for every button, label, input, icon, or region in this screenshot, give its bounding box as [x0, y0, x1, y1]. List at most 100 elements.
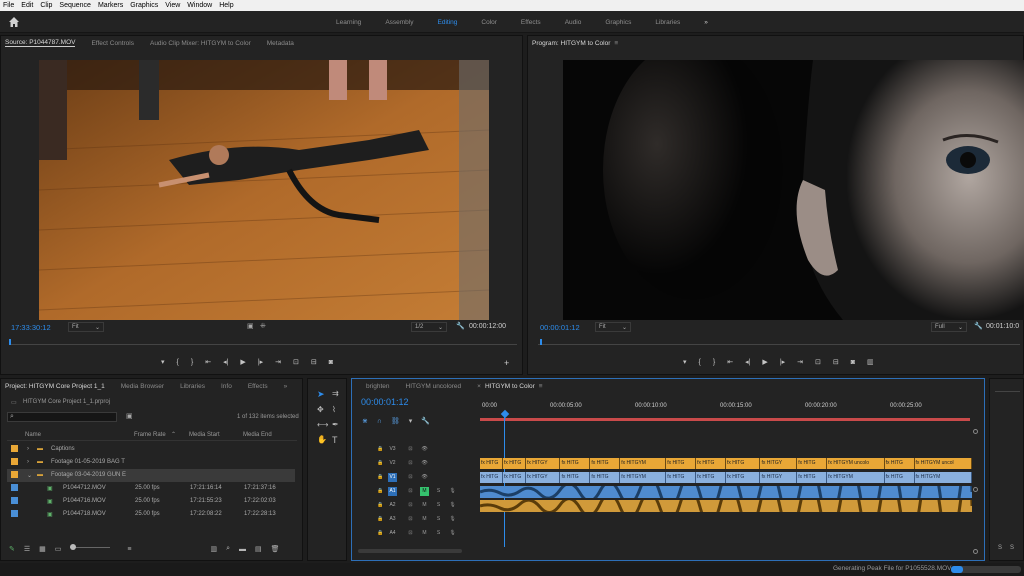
project-search-input[interactable]: ⌕	[7, 412, 117, 422]
timeline-clip[interactable]: fx HITG	[560, 458, 591, 469]
program-go-to-in-icon[interactable]: ⇤	[727, 358, 733, 366]
track-v1[interactable]: fx HITG fx HITG fx HITGY fx HITG fx HITG fx H…	[480, 472, 972, 484]
timeline-clip[interactable]: fx HITG	[666, 458, 697, 469]
eye-icon[interactable]: 👁	[420, 473, 429, 482]
timeline-clip[interactable]: fx HITGYM	[827, 472, 885, 483]
program-mark-out-icon[interactable]: }	[713, 359, 715, 366]
linked-selection-icon[interactable]: ⛓	[391, 417, 400, 425]
solo-right-button[interactable]: S	[1010, 545, 1014, 551]
source-add-button-icon[interactable]: +	[504, 358, 509, 368]
label-color-swatch[interactable]	[11, 445, 18, 452]
source-video-frame[interactable]	[39, 60, 489, 320]
timeline-clip[interactable]: fx HITG	[726, 472, 761, 483]
tab-metadata[interactable]: Metadata	[267, 40, 294, 47]
tab-seq-brighten[interactable]: brighten	[366, 383, 390, 390]
tab-seq-uncolored[interactable]: HITGYM uncolored	[406, 383, 462, 390]
program-wrench-icon[interactable]: 🔧	[974, 322, 983, 330]
more-panels-icon[interactable]: »	[284, 383, 288, 390]
overwrite-icon[interactable]: ⊟	[311, 358, 317, 366]
ws-tab-assembly[interactable]: Assembly	[385, 19, 413, 26]
program-go-to-out-icon[interactable]: ⇥	[797, 358, 803, 366]
tab-media-browser[interactable]: Media Browser	[121, 383, 164, 390]
project-row[interactable]: ▣ P1044718.MOV 25.00 fps 17:22:08:22 17:…	[7, 508, 295, 521]
lock-icon[interactable]: 🔒	[376, 473, 385, 482]
source-insert-marker-icon[interactable]: ⁜	[260, 322, 266, 330]
tab-libraries[interactable]: Libraries	[180, 383, 205, 390]
timeline-clip[interactable]: fx HITGY	[760, 472, 798, 483]
lock-icon[interactable]: 🔒	[376, 515, 385, 524]
tab-seq-to-color[interactable]: HITGYM to Color	[485, 383, 535, 390]
track-select-tool-icon[interactable]: ⇉	[332, 389, 339, 398]
label-color-swatch[interactable]	[11, 497, 18, 504]
menu-file[interactable]: File	[3, 2, 14, 9]
timeline-clip[interactable]: fx HITG	[797, 458, 828, 469]
solo-button[interactable]: S	[434, 515, 443, 524]
sync-lock-icon[interactable]: ⊡	[406, 529, 415, 538]
source-resolution-dropdown[interactable]: 1/2 ⌄	[411, 322, 447, 332]
eye-icon[interactable]: 👁	[420, 459, 429, 468]
timeline-clip[interactable]: fx HITG	[560, 472, 591, 483]
pen-tool-icon[interactable]: ✒	[332, 420, 339, 429]
lift-icon[interactable]: ⊡	[815, 358, 821, 366]
ripple-edit-tool-icon[interactable]: ✥	[317, 405, 324, 414]
track-label-a2[interactable]: A2	[388, 501, 397, 510]
play-icon[interactable]: ▶	[240, 358, 245, 366]
program-step-back-icon[interactable]: ◂|	[745, 358, 750, 366]
mark-icon[interactable]: ▾	[161, 358, 165, 366]
ws-tab-effects[interactable]: Effects	[521, 19, 541, 26]
solo-button[interactable]: S	[434, 487, 443, 496]
menu-edit[interactable]: Edit	[21, 2, 33, 9]
label-color-swatch[interactable]	[11, 484, 18, 491]
label-color-swatch[interactable]	[11, 458, 18, 465]
sync-lock-icon[interactable]: ⊡	[406, 459, 415, 468]
snap-icon[interactable]: ∩	[377, 418, 382, 425]
mic-icon[interactable]: 🎙	[448, 487, 457, 496]
sync-lock-icon[interactable]: ⊡	[406, 515, 415, 524]
menu-view[interactable]: View	[165, 2, 180, 9]
mic-icon[interactable]: 🎙	[448, 501, 457, 510]
solo-button[interactable]: S	[434, 501, 443, 510]
source-settings-icon[interactable]: ▣	[247, 322, 254, 330]
timeline-settings-icon[interactable]: 🔧	[421, 417, 430, 425]
tab-info[interactable]: Info	[221, 383, 232, 390]
ws-tab-graphics[interactable]: Graphics	[605, 19, 631, 26]
timeline-clip[interactable]: fx HITG	[480, 458, 503, 469]
time-ruler[interactable]: 00:00 00:00:05:00 00:00:10:00 00:00:15:0…	[480, 399, 974, 421]
program-resolution-dropdown[interactable]: Full ⌄	[931, 322, 967, 332]
ws-more-button[interactable]: »	[704, 19, 708, 26]
timeline-clip[interactable]: fx HITG	[590, 472, 621, 483]
selection-tool-icon[interactable]: ➤	[317, 389, 325, 400]
project-row[interactable]: ▣ P1044712.MOV 25.00 fps 17:21:16:14 17:…	[7, 482, 295, 495]
comparison-view-icon[interactable]: ▥	[867, 358, 874, 366]
lock-icon[interactable]: 🔒	[376, 445, 385, 454]
tab-program[interactable]: Program: HITGYM to Color	[532, 40, 610, 47]
timeline-menu-icon[interactable]: ≡	[539, 383, 543, 390]
mute-button[interactable]: M	[420, 501, 429, 510]
extract-icon[interactable]: ⊟	[833, 358, 839, 366]
ws-tab-libraries[interactable]: Libraries	[655, 19, 680, 26]
source-wrench-icon[interactable]: 🔧	[456, 322, 465, 330]
tab-source[interactable]: Source: P1044787.MOV	[5, 39, 76, 47]
menu-window[interactable]: Window	[187, 2, 212, 9]
mute-button[interactable]: M	[420, 529, 429, 538]
freeform-view-icon[interactable]: ▭	[55, 545, 62, 553]
insert-icon[interactable]: ⊡	[293, 358, 299, 366]
timeline-clip[interactable]: fx HITG	[696, 472, 726, 483]
expand-arrow-icon[interactable]: ›	[27, 459, 29, 465]
tab-effects[interactable]: Effects	[248, 383, 268, 390]
menu-graphics[interactable]: Graphics	[130, 2, 158, 9]
mute-button-active[interactable]: M	[420, 487, 429, 496]
ws-tab-editing[interactable]: Editing	[438, 19, 458, 26]
timeline-clip[interactable]: fx HITG	[502, 472, 526, 483]
timeline-clip[interactable]: fx HITG	[502, 458, 526, 469]
home-icon[interactable]	[8, 16, 20, 28]
timeline-clip[interactable]: fx HITG	[797, 472, 828, 483]
sync-lock-icon[interactable]: ⊡	[406, 487, 415, 496]
sort-ascending-icon[interactable]: ⌃	[171, 431, 176, 438]
timeline-clip[interactable]: fx HITG	[696, 458, 726, 469]
new-bin-from-search-icon[interactable]: ▣	[126, 412, 133, 420]
mark-in-icon[interactable]: {	[177, 359, 179, 366]
program-scrub-bar[interactable]	[538, 337, 1020, 345]
track-label-a3[interactable]: A3	[388, 515, 397, 524]
sync-lock-icon[interactable]: ⊡	[406, 445, 415, 454]
